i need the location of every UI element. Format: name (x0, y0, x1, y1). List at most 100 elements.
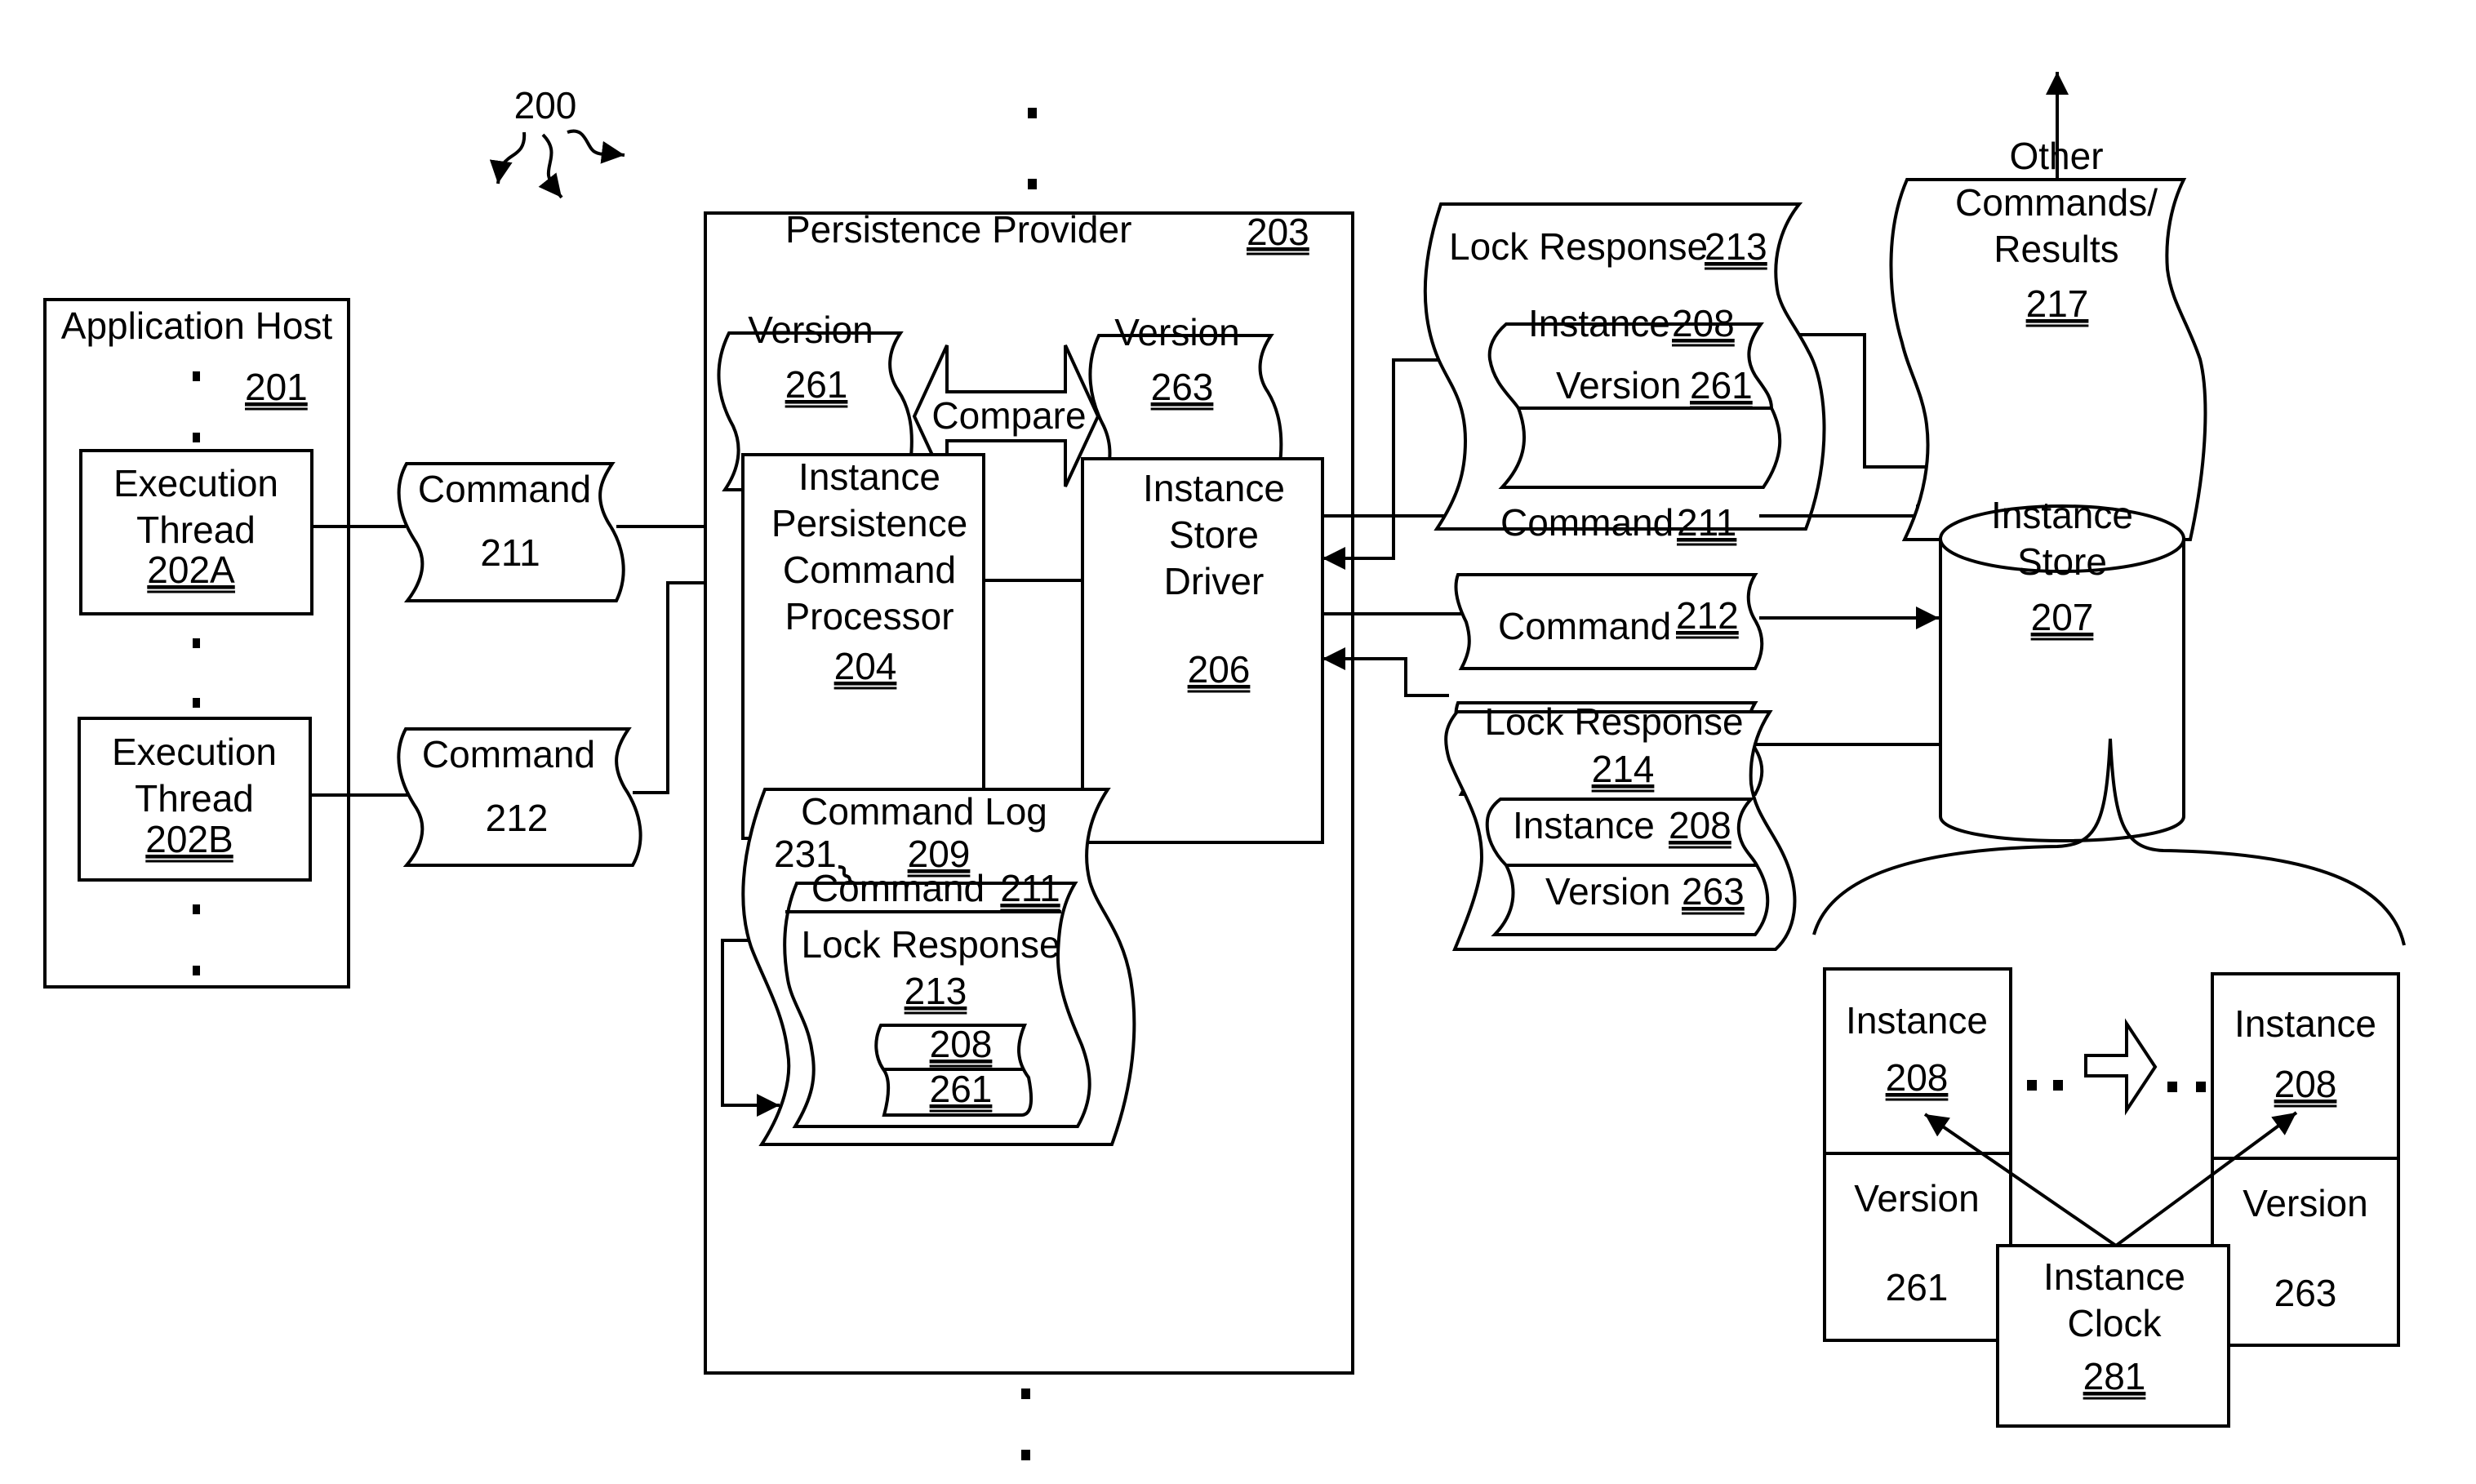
driver-line-1: Instance (1143, 467, 1285, 509)
thread-a-line2: Thread (136, 509, 256, 551)
instance-store-line-2: Store (2017, 540, 2107, 583)
ellipsis-dot (193, 966, 200, 975)
command-212-ref: 212 (486, 797, 549, 839)
other-commands-line-3: Results (1994, 228, 2118, 270)
ellipsis-dot (193, 904, 200, 914)
instance-state-2[interactable]: Instance 208 Version 263 (2211, 972, 2400, 1347)
ellipsis-dot (1021, 1388, 1030, 1399)
instance-store-ref: 207 (2031, 596, 2094, 638)
state-1-version-value: 261 (1886, 1266, 1949, 1308)
processor-line-3: Command (783, 549, 956, 591)
instance-clock-line-2: Clock (2067, 1302, 2162, 1344)
log-lock-response-ref: 213 (905, 970, 967, 1012)
processor-line-1: Instance (798, 455, 940, 498)
command-211-label: Command (418, 468, 591, 510)
instance-clock-line-1: Instance (2043, 1255, 2185, 1298)
command-212-out-ref: 212 (1676, 594, 1739, 637)
state-2-version-value: 263 (2274, 1272, 2337, 1314)
ellipsis-dot (193, 371, 200, 381)
instance-clock[interactable]: Instance Clock 281 (1996, 1244, 2230, 1428)
command-212-note[interactable]: Command 212 (397, 727, 642, 867)
version-261-ref: 261 (785, 363, 848, 406)
lock-213-instance-ref: 208 (1672, 302, 1735, 344)
state-1-instance-ref: 208 (1886, 1056, 1949, 1099)
command-211-out-ref: 211 (1677, 501, 1736, 544)
state-1-version-label: Version (1854, 1177, 1979, 1220)
version-261-label: Version (748, 309, 873, 351)
figure-ref: 200 (489, 84, 625, 199)
state-2-instance-label: Instance (2234, 1002, 2376, 1045)
persistence-provider-ref: 203 (1247, 211, 1309, 253)
state-2-instance-ref: 208 (2274, 1063, 2337, 1105)
command-log[interactable]: Command Log 209 231 Command 211 Lock Res… (741, 788, 1136, 1146)
store-driver-box[interactable]: Instance Store Driver 206 (1081, 457, 1324, 844)
lock-213-version-label: Version (1556, 364, 1681, 407)
state-1-instance-label: Instance (1846, 999, 1988, 1042)
processor-line-2: Persistence (771, 502, 967, 544)
version-263-label: Version (1114, 311, 1239, 353)
lock-response-213-ref: 213 (1705, 225, 1767, 268)
execution-thread-b[interactable]: Execution Thread 202B (78, 717, 312, 882)
lock-213-instance-label: Instance (1528, 302, 1670, 344)
state-2-version-label: Version (2243, 1182, 2367, 1224)
ellipsis-dot (1028, 179, 1037, 189)
command-212-out-label: Command (1498, 605, 1671, 647)
lock-214-instance-label: Instance (1513, 804, 1655, 846)
ellipsis-dot (1021, 1450, 1030, 1460)
squiggle-arrow-1 (489, 131, 527, 184)
lock-213-version-ref: 261 (1690, 364, 1753, 407)
lock-response-213-label: Lock Response (1449, 225, 1708, 268)
thread-a-ref: 202A (147, 549, 235, 591)
store-contents-brace (1812, 738, 2406, 946)
persistence-provider-title: Persistence Provider (785, 208, 1131, 251)
squiggle-arrow-3 (567, 129, 625, 164)
application-host-title: Application Host (61, 304, 333, 347)
lock-response-214-note[interactable]: Lock Response 214 Instance 208 Version 2… (1444, 700, 1797, 951)
application-host: Application Host 201 Execution Thread 20… (43, 298, 350, 989)
driver-line-3: Driver (1164, 560, 1265, 602)
command-211-out-label: Command (1500, 501, 1674, 544)
other-commands-line-1: Other (2009, 135, 2103, 177)
other-commands-line-2: Commands/ (1955, 181, 2158, 224)
compare-label: Compare (931, 394, 1086, 437)
command-log-title: Command Log (801, 790, 1047, 833)
command-processor-box[interactable]: Instance Persistence Command Processor 2… (741, 453, 985, 840)
driver-line-2: Store (1169, 513, 1259, 556)
lock-response-214-label: Lock Response (1484, 700, 1743, 743)
driver-ref: 206 (1188, 648, 1251, 691)
lock-214-version-ref: 263 (1682, 870, 1745, 913)
application-host-ref: 201 (245, 366, 308, 408)
thread-a-line1: Execution (113, 462, 278, 504)
thread-b-ref: 202B (145, 818, 233, 860)
lock-214-instance-ref: 208 (1669, 804, 1731, 846)
version-263-ref: 263 (1151, 366, 1214, 408)
log-version-ref: 261 (930, 1068, 993, 1110)
command-211-ref: 211 (480, 531, 540, 574)
lock-214-version-label: Version (1545, 870, 1670, 913)
ellipsis-dot (193, 638, 200, 648)
log-lock-response-label: Lock Response (801, 923, 1060, 966)
other-commands-ref: 217 (2026, 282, 2089, 325)
lock-response-214-ref: 214 (1592, 748, 1655, 790)
instance-clock-ref: 281 (2083, 1355, 2146, 1397)
log-command-label: Command (811, 867, 985, 909)
ellipsis-dot (193, 433, 200, 442)
log-command-ref: 211 (1000, 867, 1060, 909)
instance-store[interactable]: Instance Store 207 (1939, 494, 2185, 842)
processor-line-4: Processor (785, 595, 954, 638)
processor-ref: 204 (834, 645, 897, 687)
lock-response-213-note[interactable]: Lock Response 213 Instance 208 Version 2… (1423, 202, 1826, 531)
execution-thread-a[interactable]: Execution Thread 202A (79, 449, 313, 615)
log-instance-ref: 208 (930, 1023, 993, 1065)
diagram-canvas: 200 Application Host 201 Execution Threa… (43, 72, 2406, 1460)
squiggle-arrow-2 (538, 133, 563, 199)
transition-arrow (2027, 1018, 2206, 1116)
ellipsis-dot (193, 698, 200, 708)
instance-store-line-1: Instance (1991, 494, 2133, 536)
thread-b-line1: Execution (112, 731, 277, 773)
persistence-provider: Persistence Provider 203 Version 261 Com… (704, 208, 1354, 1375)
command-212-label: Command (422, 733, 595, 775)
command-211-note[interactable]: Command 211 (397, 462, 625, 602)
other-commands-note[interactable]: Other Commands/ Results 217 (1889, 135, 2207, 541)
figure-ref-label: 200 (514, 84, 577, 127)
